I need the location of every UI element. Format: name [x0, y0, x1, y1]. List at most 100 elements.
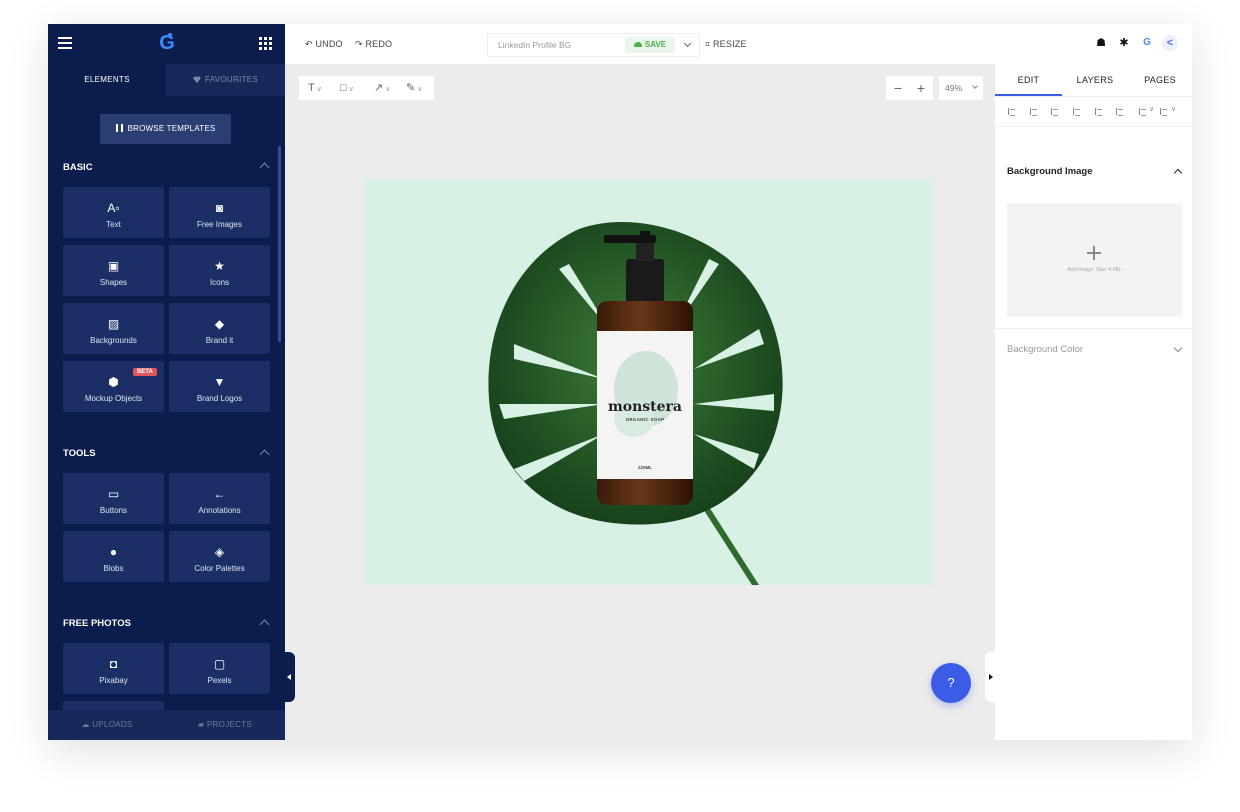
tile-blobs[interactable]: ● Blobs	[63, 531, 164, 582]
align-middle-icon[interactable]	[1095, 108, 1103, 116]
text-tool[interactable]: T ∨	[308, 76, 322, 100]
chevron-up-icon[interactable]	[259, 449, 270, 460]
artwork-brand-text: monstera	[607, 399, 683, 415]
google-icon[interactable]: G	[1139, 35, 1155, 51]
app-logo[interactable]: G	[158, 30, 176, 56]
chevron-down-icon: ∨	[385, 86, 391, 93]
section-title-free-photos: FREE PHOTOS	[63, 618, 131, 629]
star-icon: ★	[214, 259, 225, 273]
redo-button[interactable]: ↷ REDO	[355, 24, 392, 64]
square-icon: □	[340, 82, 347, 94]
tile-label: Color Palettes	[194, 564, 245, 573]
apps-grid-icon[interactable]	[259, 37, 272, 50]
section-title-tools: TOOLS	[63, 448, 96, 459]
tab-edit-label: EDIT	[1017, 75, 1040, 85]
chevron-up-icon[interactable]	[1173, 168, 1183, 178]
graduation-cap-icon[interactable]: ☗	[1093, 35, 1109, 51]
tile-annotations[interactable]: ← Annotations	[169, 473, 270, 524]
document-title-field[interactable]: LinkedIn Profile BG SAVE	[487, 33, 700, 57]
chevron-up-icon[interactable]	[259, 162, 270, 173]
canvas-toolbar: T ∨ □ ∨ ↗ ∨ ✎ ∨	[299, 76, 434, 100]
zoom-controls: − +	[886, 76, 933, 100]
chevron-up-icon[interactable]	[259, 619, 270, 630]
projects-button[interactable]: ▰ PROJECTS	[166, 710, 284, 740]
heart-icon	[192, 76, 201, 83]
add-image-dropzone[interactable]: Add image. Max 4 Mb.	[1007, 203, 1182, 317]
tile-pexels[interactable]: ▢ Pexels	[169, 643, 270, 694]
left-sidebar: G ELEMENTS FAVOURITES BROWSE TEMPLATES B…	[48, 24, 285, 740]
tile-label: Pixabay	[99, 676, 128, 685]
text-tool-icon: T	[308, 82, 315, 94]
design-artboard[interactable]: monstera ORGANIC SOAP 220ML	[364, 179, 933, 585]
chevron-down-icon[interactable]: ∨	[1149, 105, 1154, 113]
templates-icon	[115, 124, 123, 132]
tile-backgrounds[interactable]: ▨ Backgrounds	[63, 303, 164, 354]
resize-button[interactable]: ⌗ RESIZE	[705, 24, 747, 64]
chevron-down-icon[interactable]	[683, 39, 692, 48]
shape-tool[interactable]: □ ∨	[340, 76, 354, 100]
tile-buttons[interactable]: ▭ Buttons	[63, 473, 164, 524]
menu-icon[interactable]	[58, 37, 72, 49]
save-button[interactable]: SAVE	[625, 37, 675, 53]
resize-icon: ⌗	[705, 39, 713, 49]
tile-brand-it[interactable]: ◆ Brand it	[169, 303, 270, 354]
sidebar-collapse-handle[interactable]	[285, 652, 295, 702]
align-bottom-icon[interactable]	[1116, 108, 1124, 116]
help-button[interactable]: ?	[931, 663, 971, 703]
save-label: SAVE	[644, 40, 667, 49]
section-divider	[995, 328, 1192, 329]
diamond-icon: ▼	[213, 375, 226, 389]
tab-layers-label: LAYERS	[1076, 75, 1114, 85]
distribute-icon[interactable]	[1139, 108, 1147, 116]
align-right-icon[interactable]	[1051, 108, 1059, 116]
undo-button[interactable]: ↶ UNDO	[305, 24, 343, 64]
sidebar-header: G	[48, 24, 285, 64]
pexels-icon: ▢	[213, 657, 226, 671]
tab-edit[interactable]: EDIT	[995, 64, 1062, 96]
tile-partial[interactable]	[63, 701, 164, 710]
bug-icon[interactable]: ✱	[1116, 35, 1132, 51]
monstera-mockup-image	[488, 221, 783, 585]
uploads-button[interactable]: ☁ UPLOADS	[48, 710, 166, 740]
plus-icon	[1087, 246, 1101, 260]
tile-icons[interactable]: ★ Icons	[169, 245, 270, 296]
arrow-tool[interactable]: ↗ ∨	[374, 76, 390, 100]
projects-label: PROJECTS	[206, 720, 253, 729]
tile-label: Brand it	[205, 336, 234, 345]
chevron-down-icon	[972, 83, 978, 89]
tab-pages[interactable]: PAGES	[1128, 64, 1192, 96]
zoom-out-button[interactable]: −	[887, 76, 909, 100]
chevron-down-icon[interactable]	[1173, 343, 1183, 353]
tab-favourites[interactable]: FAVOURITES	[166, 64, 285, 96]
tile-label: Brand Logos	[196, 394, 243, 403]
tile-free-images[interactable]: ◙ Free Images	[169, 187, 270, 238]
sidebar-tabs: ELEMENTS FAVOURITES	[48, 64, 285, 96]
redo-label: REDO	[365, 39, 393, 49]
tile-label: Icons	[209, 278, 230, 287]
spacing-icon[interactable]	[1160, 108, 1168, 116]
tile-text[interactable]: A▫ Text	[63, 187, 164, 238]
align-top-icon[interactable]	[1073, 108, 1081, 116]
align-left-icon[interactable]	[1008, 108, 1016, 116]
align-center-horizontal-icon[interactable]	[1030, 108, 1038, 116]
sidebar-scrollbar[interactable]	[278, 146, 281, 342]
panel-collapse-handle[interactable]	[985, 652, 995, 702]
tab-elements[interactable]: ELEMENTS	[48, 64, 166, 96]
zoom-level-dropdown[interactable]: 49%	[939, 76, 983, 100]
browse-templates-button[interactable]: BROWSE TEMPLATES	[100, 114, 231, 144]
pen-tool[interactable]: ✎ ∨	[406, 76, 422, 100]
chevron-down-icon[interactable]: ∨	[1171, 105, 1176, 113]
share-icon[interactable]: <	[1162, 35, 1178, 51]
tile-color-palettes[interactable]: ◈ Color Palettes	[169, 531, 270, 582]
tile-brand-logos[interactable]: ▼ Brand Logos	[169, 361, 270, 412]
chevron-down-icon: ∨	[348, 86, 354, 93]
right-panel: EDIT LAYERS PAGES ∨ ∨ Background Image A…	[995, 64, 1192, 740]
alignment-toolbar: ∨ ∨	[995, 97, 1192, 127]
tab-pages-label: PAGES	[1144, 75, 1176, 85]
tile-mockup-objects[interactable]: ⬢ Mockup Objects BETA	[63, 361, 164, 412]
sidebar-footer: ☁ UPLOADS ▰ PROJECTS	[48, 710, 285, 740]
tile-shapes[interactable]: ▣ Shapes	[63, 245, 164, 296]
zoom-in-button[interactable]: +	[910, 76, 932, 100]
tile-pixabay[interactable]: ◘ Pixabay	[63, 643, 164, 694]
tab-layers[interactable]: LAYERS	[1062, 64, 1128, 96]
